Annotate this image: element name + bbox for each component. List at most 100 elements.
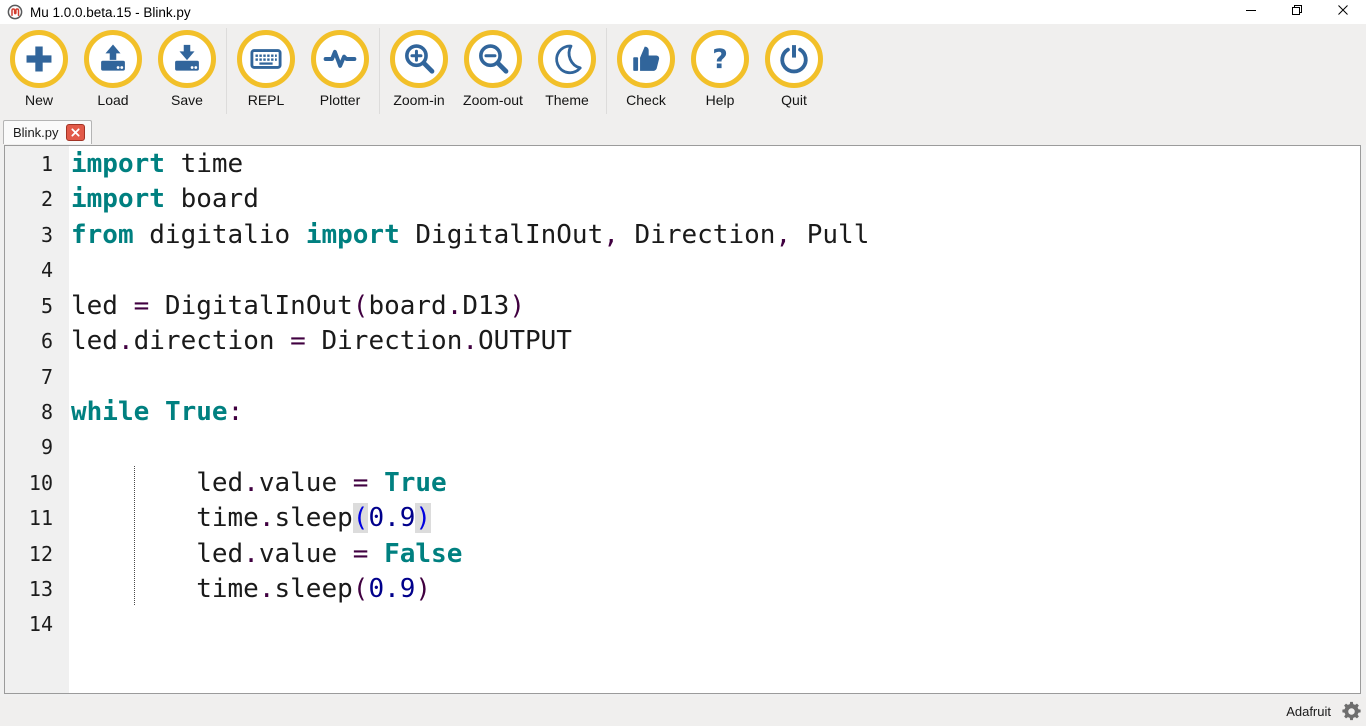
toolbar-button-ring <box>390 30 448 88</box>
code-line-7[interactable] <box>71 360 1360 395</box>
toolbar-button-label: Check <box>626 92 666 108</box>
code-token: Direction <box>619 220 776 250</box>
tab-blink-py[interactable]: Blink.py <box>3 120 92 144</box>
code-token: digitalio <box>134 220 306 250</box>
moon-icon <box>550 42 584 76</box>
code-line-2[interactable]: import board <box>71 182 1360 217</box>
matched-brace-token: ( <box>353 503 369 533</box>
code-line-3[interactable]: from digitalio import DigitalInOut, Dire… <box>71 218 1360 253</box>
number-token: 0.9 <box>368 503 415 533</box>
svg-text:?: ? <box>712 44 728 75</box>
toolbar-button-label: REPL <box>248 92 285 108</box>
toolbar-button-theme[interactable]: Theme <box>530 24 604 108</box>
code-token: led <box>71 539 243 569</box>
code-token: time <box>165 149 243 179</box>
operator-token: . <box>118 326 134 356</box>
toolbar-button-zoom-out[interactable]: Zoom-out <box>456 24 530 108</box>
plus-icon <box>22 42 56 76</box>
line-number: 11 <box>5 501 69 536</box>
toolbar-button-ring <box>84 30 142 88</box>
toolbar-button-load[interactable]: Load <box>76 24 150 108</box>
code-line-8[interactable]: while True: <box>71 395 1360 430</box>
gear-icon[interactable] <box>1340 700 1363 723</box>
line-number: 13 <box>5 572 69 607</box>
line-number: 4 <box>5 253 69 288</box>
line-number: 9 <box>5 430 69 465</box>
code-token: DigitalInOut <box>149 291 353 321</box>
operator-token: = <box>134 291 150 321</box>
matched-brace-token: ) <box>415 503 431 533</box>
zoom-in-icon <box>401 41 437 77</box>
tab-label: Blink.py <box>13 125 59 140</box>
keyword-token: while <box>71 397 149 427</box>
code-line-4[interactable] <box>71 253 1360 288</box>
keyword-token: True <box>165 397 228 427</box>
window-title: Mu 1.0.0.beta.15 - Blink.py <box>30 5 191 20</box>
code-token: direction <box>134 326 291 356</box>
line-number: 14 <box>5 607 69 642</box>
indentation-guide <box>134 466 135 605</box>
keyword-token: from <box>71 220 134 250</box>
toolbar-button-zoom-in[interactable]: Zoom-in <box>382 24 456 108</box>
line-number: 10 <box>5 466 69 501</box>
code-line-6[interactable]: led.direction = Direction.OUTPUT <box>71 324 1360 359</box>
code-line-10[interactable]: led.value = True <box>71 466 1360 501</box>
line-number: 8 <box>5 395 69 430</box>
code-token: DigitalInOut <box>400 220 604 250</box>
line-number: 7 <box>5 360 69 395</box>
code-line-11[interactable]: time.sleep(0.9) <box>71 501 1360 536</box>
code-token: led <box>71 468 243 498</box>
operator-token: , <box>775 220 791 250</box>
toolbar-button-new[interactable]: New <box>2 24 76 108</box>
code-line-14[interactable] <box>71 607 1360 642</box>
code-token: sleep <box>275 574 353 604</box>
code-line-5[interactable]: led = DigitalInOut(board.D13) <box>71 289 1360 324</box>
line-number: 5 <box>5 289 69 324</box>
code-line-1[interactable]: import time <box>71 147 1360 182</box>
line-number: 3 <box>5 218 69 253</box>
toolbar-button-plotter[interactable]: Plotter <box>303 24 377 108</box>
toolbar-button-label: Quit <box>781 92 807 108</box>
code-line-9[interactable] <box>71 430 1360 465</box>
code-line-13[interactable]: time.sleep(0.9) <box>71 572 1360 607</box>
toolbar-button-label: Zoom-out <box>463 92 523 108</box>
toolbar-button-ring <box>158 30 216 88</box>
line-number: 2 <box>5 182 69 217</box>
toolbar-button-check[interactable]: Check <box>609 24 683 108</box>
restore-icon <box>1291 3 1303 21</box>
toolbar-button-help[interactable]: ?Help <box>683 24 757 108</box>
toolbar-button-label: Load <box>97 92 128 108</box>
code-token: time <box>71 574 259 604</box>
line-number: 12 <box>5 537 69 572</box>
editor-pane: 1234567891011121314 import timeimport bo… <box>4 145 1361 694</box>
toolbar-button-quit[interactable]: Quit <box>757 24 831 108</box>
number-token: 0.9 <box>368 574 415 604</box>
restore-button[interactable] <box>1274 0 1320 24</box>
waveform-icon <box>322 41 358 77</box>
thumbs-up-icon <box>629 42 663 76</box>
line-number: 6 <box>5 324 69 359</box>
code-area[interactable]: import timeimport boardfrom digitalio im… <box>69 146 1360 693</box>
code-token: led <box>71 326 118 356</box>
toolbar-button-label: Theme <box>545 92 589 108</box>
operator-token: : <box>228 397 244 427</box>
close-window-button[interactable] <box>1320 0 1366 24</box>
mu-editor-window: Mu 1.0.0.beta.15 - Blink.py <box>0 0 1366 726</box>
toolbar-button-ring <box>311 30 369 88</box>
close-icon <box>1337 3 1349 21</box>
window-controls <box>1228 0 1366 24</box>
code-token: board <box>368 291 446 321</box>
tab-close-button[interactable] <box>66 124 85 141</box>
code-token: Direction <box>306 326 463 356</box>
operator-token: ) <box>415 574 431 604</box>
operator-token: . <box>462 326 478 356</box>
toolbar-button-repl[interactable]: REPL <box>229 24 303 108</box>
operator-token: , <box>603 220 619 250</box>
mu-logo-icon <box>7 4 23 20</box>
toolbar-button-save[interactable]: Save <box>150 24 224 108</box>
upload-icon <box>96 42 130 76</box>
toolbar-button-label: Zoom-in <box>393 92 444 108</box>
minimize-button[interactable] <box>1228 0 1274 24</box>
toolbar-button-ring <box>617 30 675 88</box>
code-line-12[interactable]: led.value = False <box>71 537 1360 572</box>
